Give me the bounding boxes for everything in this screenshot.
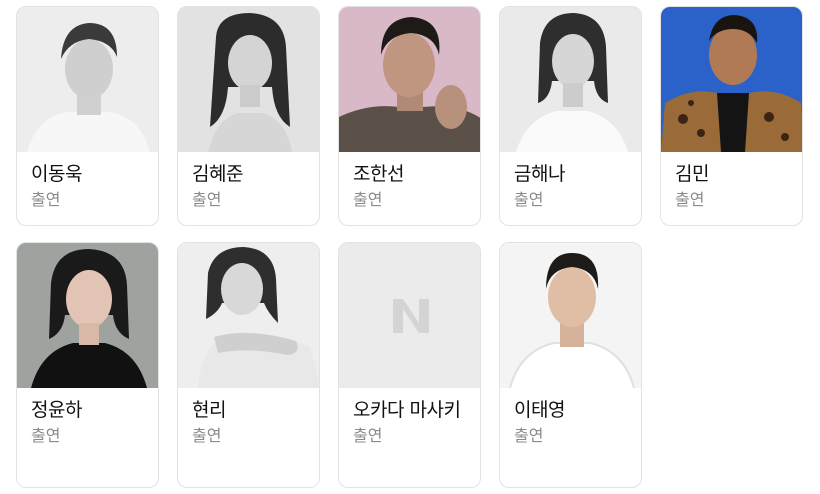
cast-card[interactable]: 오카다 마사키 출연 xyxy=(338,242,481,488)
cast-card[interactable]: 이태영 출연 xyxy=(499,242,642,488)
cast-name: 김민 xyxy=(675,163,709,185)
cast-card[interactable]: 조한선 출연 xyxy=(338,6,481,226)
cast-name: 이태영 xyxy=(514,399,565,421)
cast-role: 출연 xyxy=(31,190,61,209)
cast-card[interactable]: 현리 출연 xyxy=(177,242,320,488)
cast-photo xyxy=(178,243,319,388)
cast-role: 출연 xyxy=(514,190,544,209)
cast-photo xyxy=(339,7,480,152)
cast-role: 출연 xyxy=(514,426,544,445)
naver-logo-icon xyxy=(339,243,480,388)
cast-role: 출연 xyxy=(192,190,222,209)
cast-card[interactable]: 이동욱 출연 xyxy=(16,6,159,226)
cast-role: 출연 xyxy=(353,190,383,209)
cast-role: 출연 xyxy=(192,426,222,445)
placeholder-photo xyxy=(339,243,480,388)
cast-photo xyxy=(500,243,641,388)
cast-card[interactable]: 김혜준 출연 xyxy=(177,6,320,226)
cast-photo xyxy=(500,7,641,152)
cast-role: 출연 xyxy=(353,426,383,445)
cast-name: 금해나 xyxy=(514,163,565,185)
cast-card[interactable]: 정윤하 출연 xyxy=(16,242,159,488)
cast-name: 현리 xyxy=(192,399,226,421)
cast-name: 이동욱 xyxy=(31,163,82,185)
cast-photo xyxy=(17,7,158,152)
cast-role: 출연 xyxy=(31,426,61,445)
cast-photo xyxy=(17,243,158,388)
cast-photo xyxy=(661,7,802,152)
cast-photo xyxy=(178,7,319,152)
cast-name: 오카다 마사키 xyxy=(353,399,461,421)
cast-role: 출연 xyxy=(675,190,705,209)
cast-name: 김혜준 xyxy=(192,163,243,185)
cast-grid: 이동욱 출연 김혜준 출연 조한선 출연 금해나 출연 김민 출연 정윤하 출연… xyxy=(0,0,820,494)
cast-name: 조한선 xyxy=(353,163,404,185)
cast-card[interactable]: 금해나 출연 xyxy=(499,6,642,226)
cast-card[interactable]: 김민 출연 xyxy=(660,6,803,226)
cast-name: 정윤하 xyxy=(31,399,82,421)
